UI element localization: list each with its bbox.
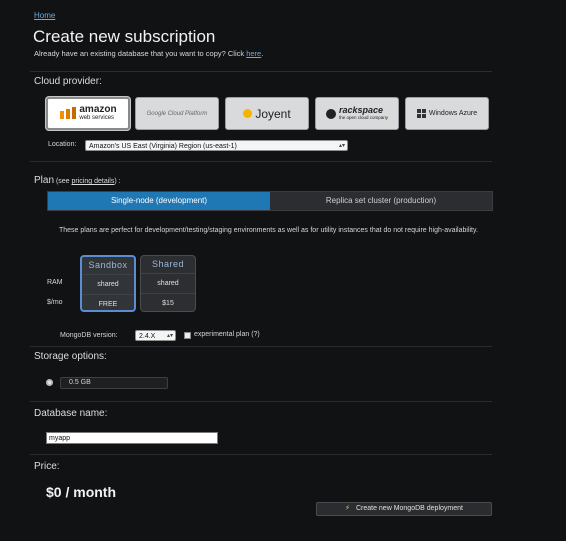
provider-amazon[interactable]: amazon web services [46, 97, 130, 130]
aws-logo-icon [60, 106, 77, 119]
create-deployment-label: Create new MongoDB deployment [355, 505, 463, 512]
lightning-icon: ⚡ [345, 505, 350, 512]
price-heading: Price: [34, 461, 60, 472]
price-row-label: $/mo [47, 299, 63, 306]
provider-amazon-name: amazon [79, 103, 117, 115]
location-select[interactable]: Amazon's US East (Virginia) Region (us-e… [85, 140, 348, 151]
plan-heading-text: Plan [34, 175, 55, 186]
create-deployment-button[interactable]: ⚡ Create new MongoDB deployment [316, 502, 492, 516]
provider-google-name: Google Cloud Platform [146, 110, 208, 117]
provider-azure[interactable]: Windows Azure [405, 97, 489, 130]
provider-azure-name: Windows Azure [428, 110, 478, 117]
plan-type-tabs: Single-node (development) Replica set cl… [47, 191, 493, 211]
storage-option: 0.5 GB [60, 377, 168, 389]
plan-card-ram: shared [141, 274, 195, 294]
plan-card-price: FREE [98, 301, 118, 308]
tab-single-node[interactable]: Single-node (development) [48, 192, 270, 210]
tab-replica-set[interactable]: Replica set cluster (production) [270, 192, 492, 210]
plan-see-prefix: (see [54, 178, 72, 185]
copy-prompt-end: . [261, 49, 264, 58]
select-arrows-icon: ▴▾ [338, 143, 345, 149]
copy-here-link[interactable]: here [246, 49, 261, 58]
mongodb-version-label: MongoDB version: [60, 332, 118, 339]
location-select-value: Amazon's US East (Virginia) Region (us-e… [89, 143, 237, 150]
divider [30, 401, 492, 402]
provider-google[interactable]: Google Cloud Platform [135, 97, 219, 130]
select-arrows-icon: ▴▾ [166, 333, 173, 339]
storage-radio[interactable] [46, 379, 53, 386]
copy-prompt: Already have an existing database that y… [34, 49, 263, 58]
database-name-input[interactable] [46, 432, 218, 444]
divider [30, 346, 492, 347]
ram-row-label: RAM [47, 279, 63, 286]
experimental-plan-checkbox[interactable] [184, 332, 191, 339]
location-label: Location: [48, 141, 77, 148]
pricing-details-link[interactable]: pricing details [72, 178, 115, 185]
divider [30, 454, 492, 455]
copy-prompt-text: Already have an existing database that y… [34, 49, 247, 58]
storage-option-label: 0.5 GB [69, 379, 91, 386]
provider-joyent[interactable]: Joyent [225, 97, 309, 130]
storage-heading: Storage options: [34, 351, 107, 362]
page-title: Create new subscription [33, 27, 216, 46]
plan-card-ram: shared [82, 275, 134, 295]
provider-rackspace[interactable]: rackspace the open cloud company [315, 97, 399, 130]
divider [30, 71, 492, 72]
plan-card-sandbox[interactable]: Sandbox shared FREE [80, 255, 136, 312]
experimental-plan-label: experimental plan (?) [194, 331, 260, 338]
mongodb-version-value: 2.4.X [139, 333, 156, 340]
price-value: $0 / month [46, 484, 117, 500]
breadcrumb-home-link[interactable]: Home [34, 11, 55, 20]
provider-joyent-name: Joyent [255, 106, 291, 121]
database-name-heading: Database name: [34, 408, 108, 419]
plan-card-title: Sandbox [82, 257, 134, 275]
joyent-logo-icon [243, 109, 253, 118]
plan-card-price: $15 [162, 300, 174, 307]
rackspace-logo-icon [325, 108, 336, 119]
divider [30, 161, 492, 162]
plan-see-suffix: ) : [114, 178, 121, 185]
plan-card-shared[interactable]: Shared shared $15 [140, 255, 196, 312]
plan-description: These plans are perfect for development/… [59, 227, 478, 234]
provider-rackspace-name: rackspace [338, 104, 384, 115]
mongodb-version-select[interactable]: 2.4.X ▴▾ [135, 330, 176, 341]
provider-rackspace-sub: the open cloud company [338, 114, 389, 120]
cloud-provider-heading: Cloud provider: [34, 76, 102, 87]
provider-amazon-sub: web services [79, 114, 115, 121]
windows-logo-icon [416, 109, 426, 118]
plan-heading: Plan (see pricing details) : [34, 170, 121, 188]
plan-card-title: Shared [141, 256, 195, 274]
